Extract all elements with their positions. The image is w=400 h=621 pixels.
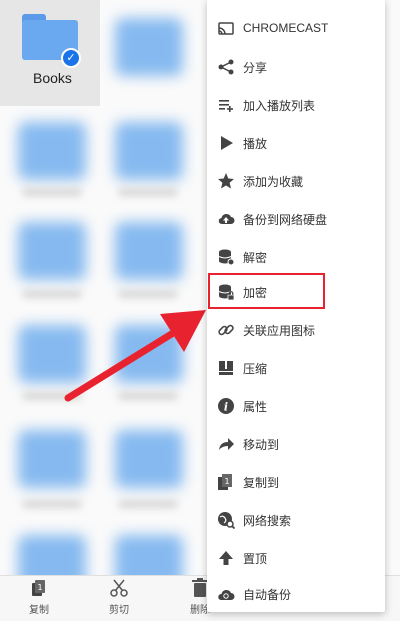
menu-item-label: 复制到 <box>243 476 280 490</box>
menu-item-label: 自动备份 <box>243 588 292 602</box>
menu-item-label: 分享 <box>243 61 268 75</box>
folder-tile[interactable] <box>115 430 183 488</box>
checkmark-icon: ✓ <box>61 48 81 68</box>
archive-icon <box>219 361 233 375</box>
encrypt-highlight-box <box>208 273 325 309</box>
cut-button[interactable]: 剪切 <box>99 578 139 616</box>
folder-tile[interactable] <box>18 430 86 488</box>
pin-top-icon <box>219 551 233 565</box>
menu-item-label: 解密 <box>243 251 268 265</box>
menu-item-copy-to[interactable]: 1 复制到 <box>207 463 385 501</box>
menu-item-chromecast[interactable]: CHROMECAST <box>207 10 385 48</box>
folder-tile[interactable] <box>115 122 183 180</box>
svg-text:1: 1 <box>37 583 42 592</box>
menu-item-web-search[interactable]: 网络搜索 <box>207 501 385 539</box>
menu-item-label: 网络搜索 <box>243 514 292 528</box>
web-search-icon <box>218 512 235 529</box>
forward-icon <box>219 438 234 450</box>
cut-label: 剪切 <box>109 605 129 616</box>
folder-name-blurred <box>22 500 82 508</box>
menu-item-pin-top[interactable]: 置顶 <box>207 539 385 577</box>
folder-tile[interactable] <box>115 222 183 280</box>
cast-icon <box>218 22 234 35</box>
menu-item-label: 播放 <box>243 137 268 151</box>
menu-item-properties[interactable]: i 属性 <box>207 387 385 425</box>
folder-name: Books <box>33 70 72 86</box>
menu-item-label: 置顶 <box>243 552 268 566</box>
folder-name-blurred <box>22 290 82 298</box>
menu-item-label: 加入播放列表 <box>243 99 316 113</box>
annotation-arrow-icon <box>64 310 206 402</box>
copy-button[interactable]: 1 复制 <box>19 578 59 616</box>
scissors-icon <box>110 579 128 597</box>
folder-tile[interactable] <box>18 222 86 280</box>
info-icon: i <box>218 398 234 414</box>
folder-name-blurred <box>22 188 82 196</box>
menu-item-decrypt[interactable]: 解密 <box>207 238 385 276</box>
folder-name-blurred <box>118 290 178 298</box>
menu-item-label: 备份到网络硬盘 <box>243 213 328 227</box>
copy-icon: 1 <box>32 580 45 596</box>
menu-item-add-to-playlist[interactable]: 加入播放列表 <box>207 86 385 124</box>
folder-name-blurred <box>118 500 178 508</box>
svg-text:1: 1 <box>224 477 229 486</box>
menu-item-label: 添加为收藏 <box>243 175 304 189</box>
cloud-upload-icon <box>218 213 235 225</box>
folder-tile[interactable] <box>18 122 86 180</box>
copy-label: 复制 <box>29 605 49 616</box>
folder-tile-selected[interactable]: ✓ Books <box>0 0 100 106</box>
menu-item-label: CHROMECAST <box>243 21 329 35</box>
add-to-playlist-icon <box>219 100 233 112</box>
svg-text:i: i <box>224 401 228 414</box>
menu-item-link-app-icon[interactable]: 关联应用图标 <box>207 311 385 349</box>
menu-item-label: 压缩 <box>243 362 268 376</box>
folder-tile[interactable] <box>115 18 183 76</box>
menu-item-share[interactable]: 分享 <box>207 48 385 86</box>
menu-item-favorite[interactable]: 添加为收藏 <box>207 162 385 200</box>
menu-item-auto-backup[interactable]: 自动备份 <box>207 575 385 613</box>
menu-item-backup-cloud[interactable]: 备份到网络硬盘 <box>207 200 385 238</box>
database-unlock-icon <box>218 249 235 266</box>
menu-item-label: 关联应用图标 <box>243 324 316 338</box>
menu-item-compress[interactable]: 压缩 <box>207 349 385 387</box>
folder-name-blurred <box>118 188 178 196</box>
share-icon <box>218 59 234 75</box>
menu-item-label: 移动到 <box>243 438 280 452</box>
play-icon <box>221 136 233 150</box>
menu-item-play[interactable]: 播放 <box>207 124 385 162</box>
menu-item-label: 属性 <box>243 400 268 414</box>
link-icon <box>218 324 234 336</box>
star-icon <box>218 173 234 189</box>
cloud-sync-icon <box>218 589 235 600</box>
copy-to-icon: 1 <box>218 474 232 490</box>
menu-item-move-to[interactable]: 移动到 <box>207 425 385 463</box>
